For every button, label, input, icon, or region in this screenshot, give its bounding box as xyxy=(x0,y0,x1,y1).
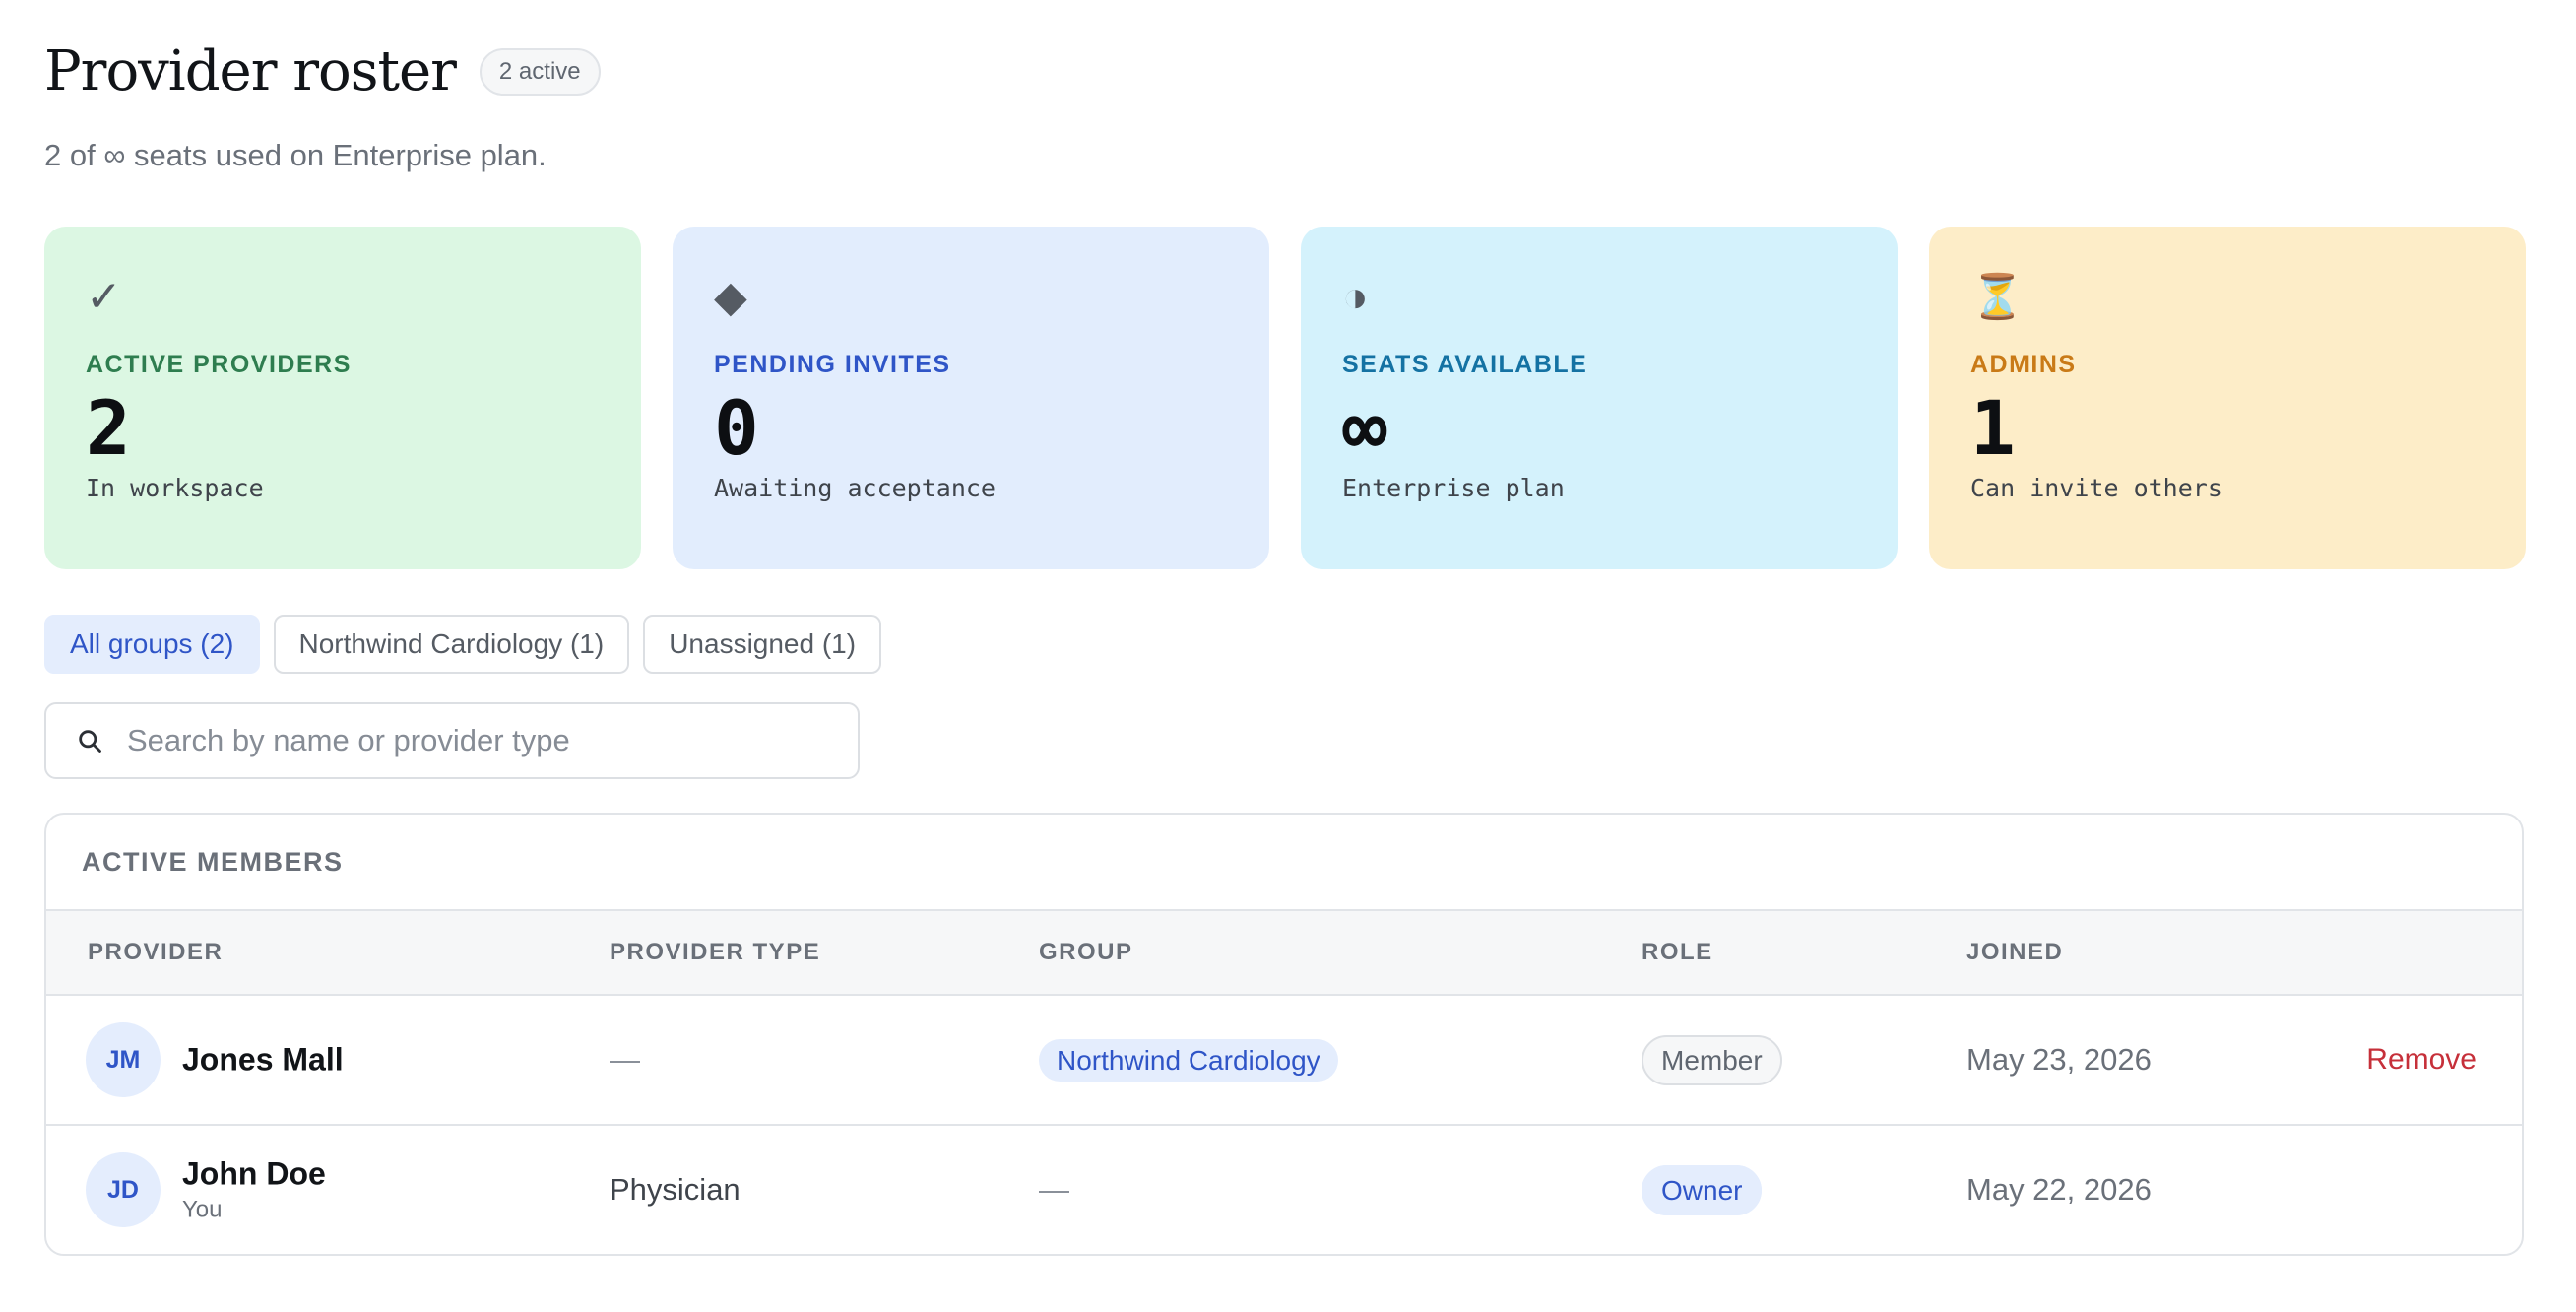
filter-chip-unassigned[interactable]: Unassigned (1) xyxy=(643,615,882,674)
column-header-provider: PROVIDER xyxy=(88,939,224,965)
search-box xyxy=(44,702,860,779)
stat-card-seats-available: ◑ SEATS AVAILABLE ∞ Enterprise plan xyxy=(1301,227,1898,569)
page-header: Provider roster 2 active xyxy=(44,39,601,103)
stat-card-active-providers: ✓ ACTIVE PROVIDERS 2 In workspace xyxy=(44,227,641,569)
provider-name-block: John Doe You xyxy=(182,1156,326,1224)
stat-label: ACTIVE PROVIDERS xyxy=(86,351,352,378)
filter-chip-northwind-cardiology[interactable]: Northwind Cardiology (1) xyxy=(273,615,630,674)
provider-name-block: Jones Mall xyxy=(182,1042,344,1079)
remove-member-button[interactable]: Remove xyxy=(2366,1043,2477,1077)
joined-date: May 22, 2026 xyxy=(1966,1172,2152,1207)
stat-description: Enterprise plan xyxy=(1342,474,1565,502)
stat-label: PENDING INVITES xyxy=(714,351,951,378)
group-filter-chips: All groups (2) Northwind Cardiology (1) … xyxy=(44,615,882,674)
stat-description: Awaiting acceptance xyxy=(714,474,996,502)
search-input[interactable] xyxy=(125,722,818,759)
table-row: JD John Doe You Physician — Owner May 22… xyxy=(46,1126,2522,1254)
table-header: PROVIDER PROVIDER TYPE GROUP ROLE JOINED xyxy=(46,911,2522,996)
avatar: JD xyxy=(86,1152,161,1227)
column-header-role: ROLE xyxy=(1642,939,1713,965)
hourglass-icon: ⏳ xyxy=(1970,273,2025,321)
panel-title: ACTIVE MEMBERS xyxy=(46,815,2522,911)
current-user-label: You xyxy=(182,1196,223,1223)
table-row: JM Jones Mall — Northwind Cardiology Mem… xyxy=(46,996,2522,1126)
stat-cards: ✓ ACTIVE PROVIDERS 2 In workspace ◆ PEND… xyxy=(44,227,2526,569)
role-cell: Member xyxy=(1642,1035,1782,1085)
group-tag: Northwind Cardiology xyxy=(1039,1039,1338,1082)
stat-card-pending-invites: ◆ PENDING INVITES 0 Awaiting acceptance xyxy=(673,227,1269,569)
active-count-badge: 2 active xyxy=(479,47,601,96)
active-members-panel: ACTIVE MEMBERS PROVIDER PROVIDER TYPE GR… xyxy=(44,813,2524,1256)
provider-name: John Doe xyxy=(182,1155,326,1192)
group-cell: Northwind Cardiology xyxy=(1039,1039,1338,1082)
seat-usage-subtitle: 2 of ∞ seats used on Enterprise plan. xyxy=(44,138,547,172)
diamond-icon: ◆ xyxy=(714,273,747,321)
stat-value: 1 xyxy=(1970,384,2016,472)
column-header-joined: JOINED xyxy=(1966,939,2064,965)
stat-label: ADMINS xyxy=(1970,351,2077,378)
joined-date: May 23, 2026 xyxy=(1966,1042,2152,1077)
page-title: Provider roster xyxy=(44,39,457,103)
checkmark-icon: ✓ xyxy=(86,273,122,321)
stat-description: In workspace xyxy=(86,474,264,502)
provider-type: Physician xyxy=(610,1172,741,1207)
stat-value: ∞ xyxy=(1342,384,1387,472)
avatar: JM xyxy=(86,1022,161,1097)
stat-card-admins: ⏳ ADMINS 1 Can invite others xyxy=(1929,227,2526,569)
provider-name: Jones Mall xyxy=(182,1041,344,1078)
stat-value: 0 xyxy=(714,384,759,472)
column-header-group: GROUP xyxy=(1039,939,1133,965)
page: Provider roster 2 active 2 of ∞ seats us… xyxy=(0,0,2576,1312)
role-cell: Owner xyxy=(1642,1165,1763,1215)
role-badge-member: Member xyxy=(1642,1035,1782,1085)
role-badge-owner: Owner xyxy=(1642,1165,1763,1215)
search-icon xyxy=(79,730,101,753)
stat-label: SEATS AVAILABLE xyxy=(1342,351,1588,378)
stat-description: Can invite others xyxy=(1970,474,2222,502)
filter-chip-all-groups[interactable]: All groups (2) xyxy=(44,615,260,674)
provider-type: — xyxy=(610,1042,640,1077)
half-circle-icon: ◑ xyxy=(1342,273,1369,321)
stat-value: 2 xyxy=(86,384,131,472)
group-cell: — xyxy=(1039,1172,1069,1207)
column-header-provider-type: PROVIDER TYPE xyxy=(610,939,821,965)
